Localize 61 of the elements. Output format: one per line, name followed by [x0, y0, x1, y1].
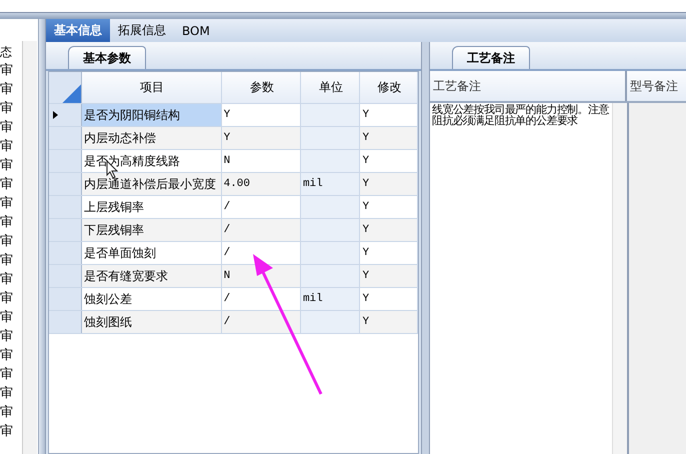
table-cell: Y — [360, 127, 418, 149]
table-cell: Y — [360, 288, 418, 310]
column-header[interactable]: 参数 — [222, 72, 301, 103]
table-cell: Y — [360, 150, 418, 172]
splitter-bar[interactable] — [421, 42, 430, 454]
table-cell: Y — [360, 311, 418, 333]
table-cell: Y — [360, 265, 418, 287]
scrollbar[interactable] — [612, 103, 627, 454]
tab[interactable]: 基本参数 — [68, 46, 146, 69]
list-item[interactable]: 审 — [0, 194, 22, 213]
tab[interactable]: 基本信息 — [46, 19, 110, 42]
list-item[interactable]: 审 — [0, 365, 22, 384]
list-item[interactable]: 审 — [0, 327, 22, 346]
table-cell: / — [222, 242, 301, 264]
table-cell: Y — [222, 127, 301, 149]
tab[interactable]: BOM — [174, 19, 218, 42]
table-cell: / — [222, 288, 301, 310]
column-header[interactable]: 工艺备注 — [430, 71, 627, 101]
table-cell: Y — [222, 104, 301, 126]
list-item[interactable]: 审 — [0, 156, 22, 175]
splitter-bar[interactable] — [0, 12, 686, 19]
tab[interactable]: 拓展信息 — [110, 19, 174, 42]
tab[interactable]: 工艺备注 — [452, 46, 530, 69]
table-cell: Y — [360, 196, 418, 218]
table-cell: Y — [360, 173, 418, 195]
table-cell: mil — [300, 288, 360, 310]
list-item[interactable]: 审 — [0, 118, 22, 137]
list-item[interactable]: 审 — [0, 80, 22, 99]
list-item[interactable]: 审 — [0, 403, 22, 422]
row-header[interactable] — [49, 104, 82, 126]
corner-cell — [49, 72, 82, 103]
column-header[interactable]: 修改 — [360, 72, 418, 103]
list-item[interactable]: 审 — [0, 384, 22, 403]
list-item[interactable]: 审 — [0, 137, 22, 156]
column-header: 态 — [0, 44, 13, 61]
column-header[interactable]: 项目 — [82, 72, 222, 103]
table-cell: 是否为阴阳铜结构 — [82, 104, 222, 126]
table-cell: 4.00 — [222, 173, 301, 195]
table-cell: / — [222, 219, 301, 241]
table-cell: N — [222, 150, 301, 172]
list-item[interactable]: 审 — [0, 232, 22, 251]
table-cell: Y — [360, 242, 418, 264]
table-cell: / — [222, 196, 301, 218]
list-item[interactable]: 审 — [0, 99, 22, 118]
list-item[interactable]: 审 — [0, 61, 22, 80]
list-item[interactable]: 审 — [0, 175, 22, 194]
scrollbar[interactable] — [22, 41, 37, 454]
column-header[interactable]: 单位 — [300, 72, 360, 103]
column-header[interactable]: 型号备注 — [627, 71, 686, 101]
table-cell: mil — [300, 173, 360, 195]
list-item[interactable]: 审 — [0, 289, 22, 308]
row-pointer-icon — [53, 111, 58, 119]
table-cell: Y — [360, 219, 418, 241]
list-item[interactable]: 审 — [0, 308, 22, 327]
table-cell: Y — [360, 104, 418, 126]
list-item[interactable]: 审 — [0, 346, 22, 365]
list-item[interactable]: 审 — [0, 251, 22, 270]
list-item[interactable]: 审 — [0, 270, 22, 289]
table-cell: / — [222, 311, 301, 333]
list-item[interactable]: 审 — [0, 422, 22, 441]
list-item[interactable]: 审 — [0, 213, 22, 232]
